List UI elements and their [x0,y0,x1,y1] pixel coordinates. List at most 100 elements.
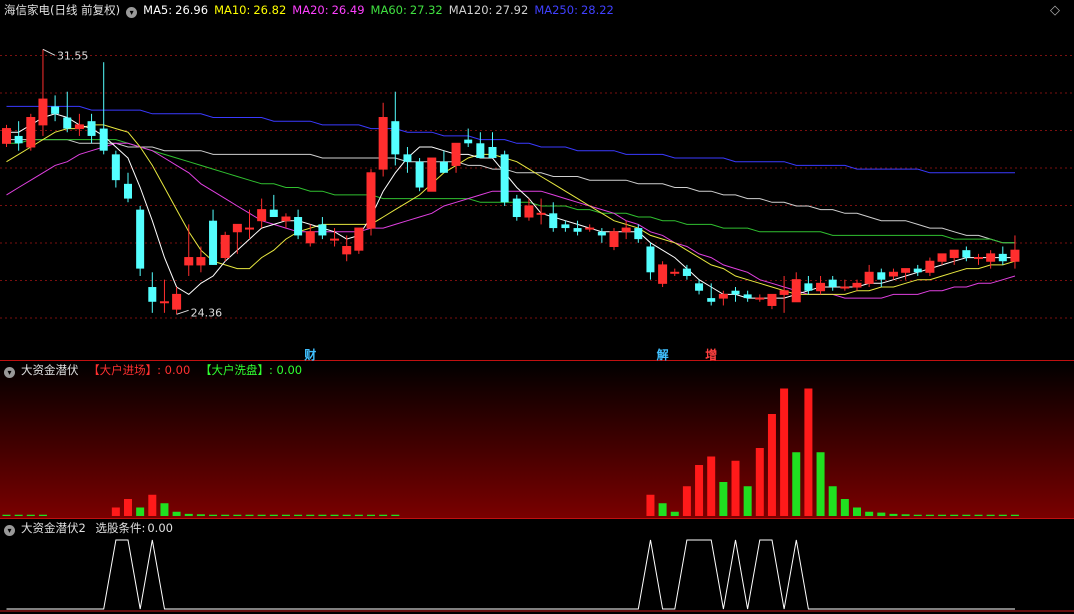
washout-bar [743,486,752,516]
candle [937,253,947,265]
ma-legend-item: MA20: 26.49 [292,3,364,17]
moving-average-lines [6,105,1016,299]
candle [949,249,959,265]
candle-body [718,293,728,299]
candle [670,268,680,276]
ma-legend-value: 27.92 [495,3,529,17]
candle [245,209,254,240]
washout-bar [658,503,667,516]
washout-bar [26,514,35,516]
washout-bar [294,514,303,516]
candle-body [26,117,36,148]
candle [779,275,789,313]
event-marker[interactable]: 财 [304,346,316,363]
price-annotations: 31.55 24.36 [42,48,222,319]
candle [828,275,837,291]
washout-bar [938,514,947,516]
candle-body [209,220,218,265]
candle [549,202,558,232]
washout-bar [986,514,995,516]
washout-bar [160,503,169,516]
candle [1010,235,1020,269]
candle-body [755,297,765,300]
washout-bar [172,511,181,516]
candle-body [136,209,145,269]
candle-body [415,161,424,188]
ma-legend-value: 26.49 [331,3,365,17]
candle-body [451,142,461,166]
candle-body [986,253,996,262]
panel2-item2: 【大户洗盘】: 0.00 [200,363,302,377]
candle [852,279,862,291]
candle-body [597,231,606,236]
inflow-bar [707,456,716,516]
candle [257,198,267,229]
candle-body [791,279,801,303]
washout-bar [245,514,254,516]
candle [415,158,424,192]
candle [427,157,437,192]
ma-legend-item: MA60: 27.32 [371,3,443,17]
candlesticks [2,49,1020,315]
washout-bar [367,514,375,516]
washout-bar [14,514,23,516]
candle-body [913,268,922,273]
washout-bar [853,507,861,516]
washout-bar [670,511,679,516]
washout-bar [342,514,351,516]
candle [707,283,716,306]
stock-title[interactable]: 海信家电(日线 前复权) [4,3,120,17]
washout-bar [196,514,205,516]
settings-dropdown-icon[interactable]: ▾ [126,7,138,18]
candle-body [196,257,206,266]
candle [184,224,194,276]
ma-legend-item: MA5: 26.96 [143,3,208,17]
candle-body [245,227,254,230]
event-marker[interactable]: 增 [705,346,717,363]
low-pointer [176,309,189,315]
inflow-bar [731,460,740,516]
candle [74,113,84,136]
candle-body [488,146,497,159]
candle [743,290,752,302]
ma-legend-label: MA5: [143,3,173,17]
candle-body [670,271,680,274]
panel3-header: ▾ 大资金潜伏2 选股条件: 0.00 [4,521,179,536]
candle [378,102,388,177]
candle-body [512,198,521,218]
candle [974,253,983,265]
collapse-icon[interactable]: ◇ [1048,4,1062,18]
panel2-item2-label: 【大户洗盘】 [199,363,269,377]
candle [888,268,898,280]
panel2-title[interactable]: 大资金潜伏 [21,363,79,377]
candle [901,268,911,280]
panel2-menu-icon[interactable]: ▾ [4,367,15,378]
candle [913,264,922,276]
ma20-line [6,142,1016,299]
candle [87,113,96,144]
candle [111,150,120,188]
panel3-signal-line [0,539,1074,612]
inflow-bar [148,494,157,516]
panel3-title[interactable]: 大资金潜伏2 [21,521,86,535]
ma-legend-item: MA10: 26.82 [214,3,286,17]
main-chart-header: 海信家电(日线 前复权) ▾ MA5: 26.96 MA10: 26.82 MA20: 26.… [4,3,626,18]
inflow-bar [767,414,776,516]
washout-bar [391,514,400,516]
candle-body [500,154,509,203]
candle-body [51,106,60,114]
event-marker[interactable]: 解 [657,346,669,363]
candle-body [621,227,631,233]
inflow-bar [755,448,764,516]
candle-body [391,121,400,155]
panel3-menu-icon[interactable]: ▾ [4,525,15,536]
washout-bar [913,514,922,516]
washout-bar [379,514,388,516]
candle-body [767,293,777,306]
inflow-bar [682,486,691,516]
panel2-background [0,361,1074,518]
ma-legend-value: 26.82 [253,3,287,17]
candle-body [828,279,837,288]
washout-bar [209,514,218,516]
candle-body [184,257,194,266]
